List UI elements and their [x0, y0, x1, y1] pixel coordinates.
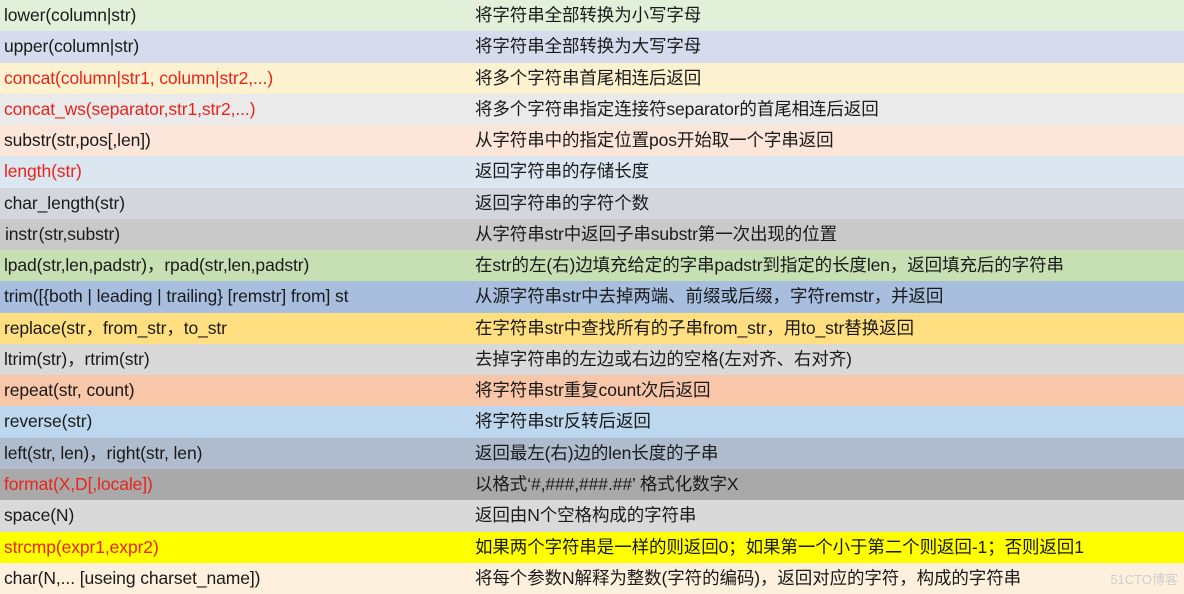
- table-row: strcmp(expr1,expr2) 如果两个字符串是一样的则返回0；如果第一个…: [0, 531, 1184, 563]
- function-syntax-cell: substr(str,pos[,len]): [4, 131, 151, 151]
- function-syntax-cell: concat(column|str1, column|str2,...): [4, 68, 274, 88]
- function-description-cell: 返回字符串的存储长度: [475, 162, 649, 182]
- function-syntax-cell: replace(str，from_str，to_str: [4, 318, 227, 338]
- table-row: upper(column|str) 将字符串全部转换为大写字母: [0, 31, 1184, 63]
- function-description-cell: 将多个字符串指定连接符separator的首尾相连后返回: [475, 99, 879, 119]
- table-row: instr(str,substr) 从字符串str中返回子串substr第一次出现…: [0, 218, 1184, 251]
- function-syntax-cell: upper(column|str): [4, 37, 140, 57]
- function-syntax-cell: reverse(str): [4, 412, 93, 432]
- function-syntax-cell: char(N,... [useing charset_name]): [4, 568, 261, 588]
- table-row: reverse(str) 将字符串str反转后返回: [0, 406, 1184, 438]
- function-description-cell: 返回最左(右)边的len长度的子串: [475, 443, 719, 463]
- table-row: lower(column|str) 将字符串全部转换为小写字母: [0, 0, 1184, 32]
- function-description-cell: 将多个字符串首尾相连后返回: [475, 68, 702, 88]
- table-row: substr(str,pos[,len]) 从字符串中的指定位置pos开始取一个字…: [0, 125, 1184, 157]
- function-description-cell: 如果两个字符串是一样的则返回0；如果第一个小于第二个则返回-1；否则返回1: [475, 537, 1084, 557]
- table-row: space(N) 返回由N个空格构成的字符串: [0, 500, 1184, 532]
- table-row: char(N,... [useing charset_name]) 将每个参数N解…: [0, 562, 1184, 594]
- function-description-cell: 从字符串中的指定位置pos开始取一个字串返回: [475, 131, 834, 151]
- function-description-cell: 从源字符串str中去掉两端、前缀或后缀，字符remstr，并返回: [475, 287, 944, 307]
- function-syntax-cell: ltrim(str)，rtrim(str): [4, 349, 150, 369]
- selected-text-highlight: instr: [4, 224, 39, 244]
- function-syntax-cell: lpad(str,len,padstr)，rpad(str,len,padstr…: [4, 256, 310, 276]
- function-description-cell: 返回字符串的字符个数: [475, 193, 649, 213]
- function-syntax-cell: left(str, len)，right(str, len): [4, 443, 203, 463]
- string-function-reference-table: lower(column|str) 将字符串全部转换为小写字母 upper(colu…: [0, 0, 1184, 594]
- table-row: ltrim(str)，rtrim(str) 去掉字符串的左边或右边的空格(左对齐、…: [0, 343, 1184, 376]
- table-row: char_length(str) 返回字符串的字符个数: [0, 187, 1184, 219]
- table-row: lpad(str,len,padstr)，rpad(str,len,padstr…: [0, 250, 1184, 282]
- function-syntax-cell: concat_ws(separator,str1,str2,...): [4, 99, 256, 119]
- function-description-cell: 将字符串全部转换为小写字母: [475, 6, 702, 25]
- function-description-cell: 以格式‘#,###,###.##’ 格式化数字X: [475, 474, 739, 494]
- function-description-cell: 将每个参数N解释为整数(字符的编码)，返回对应的字符，构成的字符串: [475, 568, 1021, 588]
- function-syntax-cell: strcmp(expr1,expr2): [4, 537, 159, 557]
- function-description-cell: 返回由N个空格构成的字符串: [475, 506, 697, 526]
- table-row: concat_ws(separator,str1,str2,...) 将多个字符串…: [0, 93, 1184, 126]
- function-syntax-cell: repeat(str, count): [4, 381, 135, 401]
- function-description-cell: 在str的左(右)边填充给定的字串padstr到指定的长度len，返回填充后的字…: [475, 256, 1064, 276]
- function-syntax-cell: instr(str,substr): [0, 224, 458, 244]
- function-syntax-cell: char_length(str): [4, 193, 125, 213]
- function-syntax-cell: trim([{both | leading | trailing} [remst…: [4, 287, 349, 307]
- table-row: concat(column|str1, column|str2,...) 将多个字…: [0, 62, 1184, 94]
- function-syntax-cell: space(N): [4, 506, 75, 526]
- function-syntax-cell: format(X,D[,locale]): [4, 474, 153, 494]
- table-row: trim([{both | leading | trailing} [remst…: [0, 281, 1184, 313]
- function-syntax-cell: length(str): [4, 162, 82, 182]
- table-row: repeat(str, count) 将字符串str重复count次后返回: [0, 375, 1184, 407]
- function-description-cell: 将字符串str反转后返回: [475, 412, 651, 432]
- function-description-cell: 将字符串全部转换为大写字母: [475, 37, 702, 57]
- function-description-cell: 将字符串str重复count次后返回: [475, 381, 711, 401]
- table-row: length(str) 返回字符串的存储长度: [0, 156, 1184, 188]
- table-row: format(X,D[,locale]) 以格式‘#,###,###.##’ 格式…: [0, 468, 1184, 501]
- table-row: replace(str，from_str，to_str 在字符串str中查找所有的…: [0, 312, 1184, 344]
- function-description-cell: 在字符串str中查找所有的子串from_str，用to_str替换返回: [475, 318, 914, 338]
- function-syntax-cell: lower(column|str): [4, 6, 137, 25]
- function-syntax-remainder: (str,substr): [38, 224, 121, 244]
- function-description-cell: 去掉字符串的左边或右边的空格(左对齐、右对齐): [475, 349, 852, 369]
- function-description-cell: 从字符串str中返回子串substr第一次出现的位置: [475, 224, 837, 244]
- table-row: left(str, len)，right(str, len) 返回最左(右)边的l…: [0, 437, 1184, 469]
